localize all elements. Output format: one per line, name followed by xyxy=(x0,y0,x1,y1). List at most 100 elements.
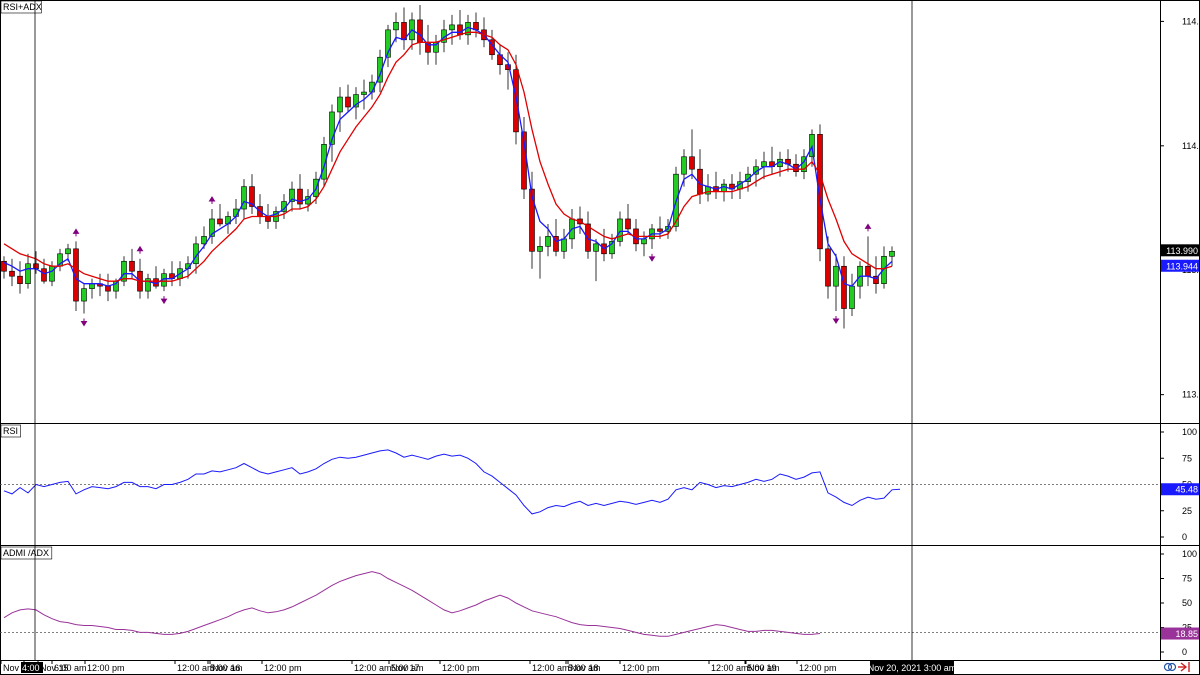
price-tag: 113.944 xyxy=(1166,261,1198,271)
crosshair-overlay: Nov 20, 2021 3:00 am xyxy=(34,0,957,674)
x-tick-label: 12:00 am xyxy=(532,663,570,673)
candle-up xyxy=(81,283,87,314)
y-tick-label: 0 xyxy=(1182,647,1187,657)
candle-down xyxy=(625,204,631,234)
candle-body xyxy=(145,278,151,292)
chart-root: 114.914114.414113.914113.414113.990113.9… xyxy=(0,0,1200,675)
candle-body xyxy=(825,248,831,287)
rsi-panel[interactable]: 100755025045.48RSI xyxy=(0,424,1199,542)
candle-down xyxy=(497,44,503,75)
x-tick-label: 12:00 pm xyxy=(442,663,480,673)
candle-up xyxy=(537,236,543,279)
signal-arrow-up xyxy=(72,228,80,237)
candle-down xyxy=(169,261,175,287)
fast-ma-line xyxy=(3,26,893,287)
candle-body xyxy=(449,24,455,31)
candle-up xyxy=(593,238,599,282)
x-tick-label: 5:00 am xyxy=(568,663,601,673)
signal-arrow-down xyxy=(648,253,656,262)
candle-down xyxy=(417,4,423,55)
x-tick-label: 12:00 pm xyxy=(264,663,302,673)
candle-body xyxy=(617,218,623,242)
adx-panel[interactable]: 100755025018.85ADMI /ADX xyxy=(0,546,1199,657)
adx-value-tag: 18.85 xyxy=(1175,629,1198,639)
panel-title: ADMI /ADX xyxy=(3,548,49,558)
candle-body xyxy=(513,69,519,133)
x-tick-label: 12:00 am xyxy=(711,663,749,673)
candle-body xyxy=(537,246,543,252)
chart-svg[interactable]: 114.914114.414113.914113.414113.990113.9… xyxy=(0,0,1200,675)
adx-line xyxy=(3,571,821,637)
link-icon[interactable] xyxy=(1163,662,1177,672)
candle-up xyxy=(433,34,439,65)
x-tick-label: 12:00 am xyxy=(177,663,215,673)
candle-up xyxy=(465,14,471,45)
price-tag: 113.990 xyxy=(1166,246,1198,256)
outer-border xyxy=(0,0,1200,675)
x-tick-label: 12:00 pm xyxy=(622,663,660,673)
candle-down xyxy=(297,174,303,210)
candle-up xyxy=(385,24,391,68)
y-tick-label: 114.414 xyxy=(1182,141,1200,151)
candle-down xyxy=(1,256,7,279)
slow-ma-line xyxy=(3,31,893,282)
candle-body xyxy=(89,283,95,289)
candle-body xyxy=(625,218,631,230)
candle-down xyxy=(697,149,703,205)
candle-up xyxy=(57,248,63,272)
candle-body xyxy=(833,265,839,287)
candle-body xyxy=(41,268,47,282)
scroll-end-icon[interactable] xyxy=(1178,662,1190,672)
candle-up xyxy=(233,199,239,224)
x-tick-label: 5:00 am xyxy=(210,663,243,673)
candle-body xyxy=(641,238,647,245)
x-tick-label: 5:00 am xyxy=(747,663,780,673)
candle-down xyxy=(633,218,639,252)
candle-down xyxy=(153,266,159,289)
candle-down xyxy=(249,174,255,214)
candle-up xyxy=(777,151,783,177)
candle-body xyxy=(129,260,135,272)
x-tick-label: 12:00 pm xyxy=(799,663,837,673)
candle-down xyxy=(601,228,607,262)
candle-down xyxy=(9,258,15,287)
price-panel[interactable]: 114.914114.414113.914113.414113.990113.9… xyxy=(0,0,1200,400)
candle-up xyxy=(761,151,767,180)
candle-body xyxy=(17,275,23,284)
x-axis: Nov 134:00 Nov 156:00 am 12:00 pm Nov 1612:… xyxy=(0,660,837,673)
candle-up xyxy=(121,256,127,287)
candle-up xyxy=(273,206,279,229)
candle-body xyxy=(545,236,551,247)
candle-down xyxy=(713,171,719,200)
candle-up xyxy=(209,209,215,244)
candle-body xyxy=(49,265,55,282)
candle-up xyxy=(849,273,855,317)
candle-up xyxy=(609,233,615,259)
candle-body xyxy=(681,156,687,175)
candle-up xyxy=(289,181,295,212)
candle-body xyxy=(217,218,223,225)
candle-body xyxy=(657,228,663,232)
candle-up xyxy=(241,179,247,219)
candle-body xyxy=(33,263,39,270)
signal-arrow-down xyxy=(80,318,88,327)
y-tick-label: 25 xyxy=(1182,506,1192,516)
candle-down xyxy=(473,12,479,38)
candle-body xyxy=(689,156,695,170)
candle-down xyxy=(873,256,879,294)
panel-title: RSI+ADX xyxy=(3,2,42,12)
candle-body xyxy=(9,270,15,277)
y-tick-label: 75 xyxy=(1182,574,1192,584)
candle-body xyxy=(561,238,567,252)
corner-icons[interactable] xyxy=(1163,662,1190,672)
candle-up xyxy=(89,278,95,299)
signal-arrow-up xyxy=(136,245,144,254)
x-tick-label: 4:00 xyxy=(22,663,40,673)
candle-down xyxy=(401,7,407,50)
candle-down xyxy=(817,124,823,262)
x-tick-label: 12:00 am xyxy=(354,663,392,673)
crosshair-date-label: Nov 20, 2021 3:00 am xyxy=(868,663,957,673)
candle-down xyxy=(793,154,799,177)
candle-body xyxy=(841,265,847,309)
candle-body xyxy=(337,96,343,113)
